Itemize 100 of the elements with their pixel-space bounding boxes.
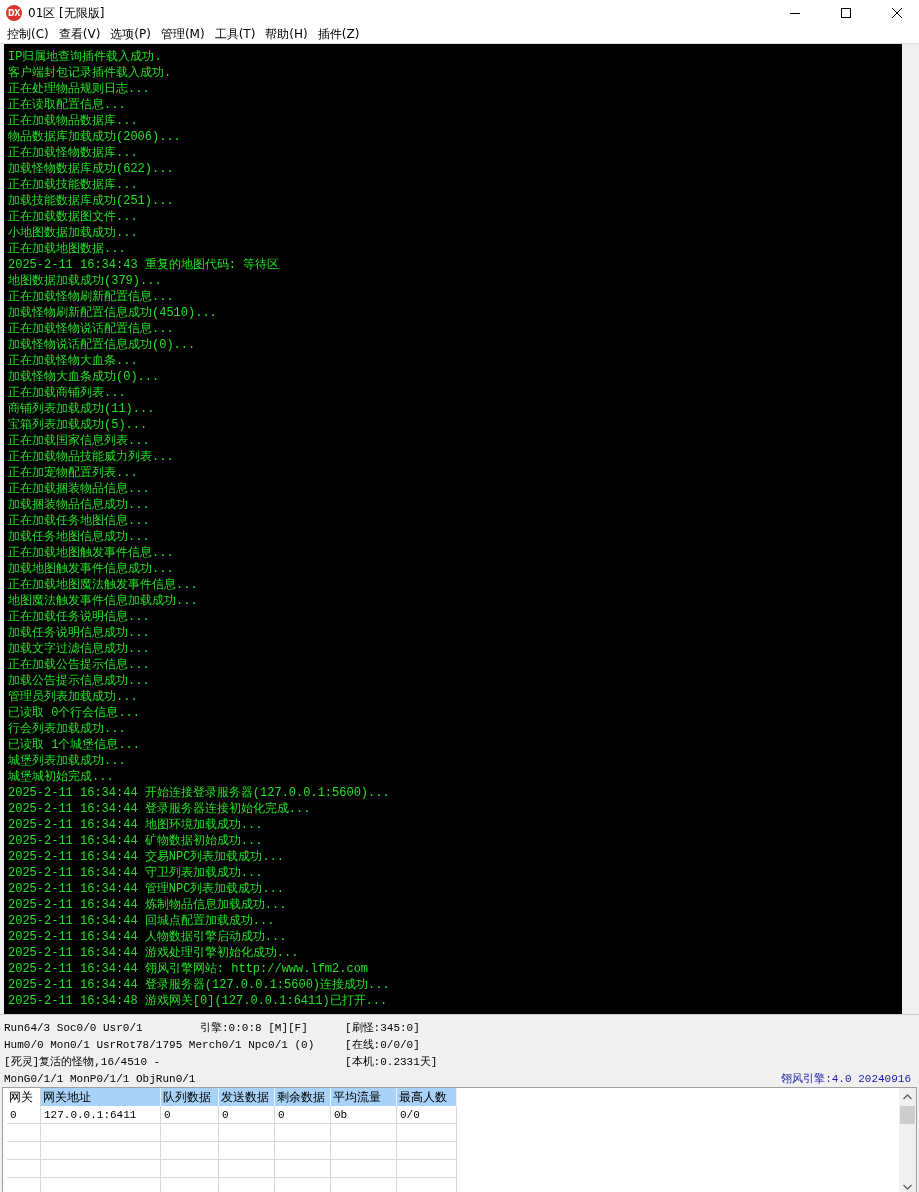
version-label: 翎风引擎:4.0 20240916	[781, 1072, 912, 1086]
log-line: 正在加载商铺列表...	[8, 385, 127, 401]
log-line: 2025-2-11 16:34:48 游戏网关[0](127.0.0.1:6411)已打开...	[8, 993, 389, 1009]
log-line: 行会列表加载成功...	[8, 721, 127, 737]
app-icon: DX	[6, 5, 22, 21]
log-line: 正在加载物品数据库...	[8, 113, 139, 129]
log-line: 加载文字过滤信息成功...	[8, 641, 151, 657]
empty-cell	[331, 1142, 397, 1160]
log-line: 正在加载任务地图信息...	[8, 513, 151, 529]
table-cell: 0	[219, 1106, 275, 1124]
log-line: 2025-2-11 16:34:44 矿物数据初始成功...	[8, 833, 264, 849]
log-line: 正在加载国家信息列表...	[8, 433, 151, 449]
log-line: 2025-2-11 16:34:44 守卫列表加载成功...	[8, 865, 264, 881]
log-line: 加载任务地图信息成功...	[8, 529, 151, 545]
table-cell: 0/0	[397, 1106, 457, 1124]
column-header[interactable]: 平均流量	[331, 1088, 397, 1106]
empty-cell	[275, 1160, 331, 1178]
log-line: 2025-2-11 16:34:44 开始连接登录服务器(127.0.0.1:5600)...	[8, 785, 391, 801]
log-line: 加载怪物说话配置信息成功(0)...	[8, 337, 197, 353]
log-line: 2025-2-11 16:34:44 人物数据引擎启动成功...	[8, 929, 288, 945]
log-line: 正在加载任务说明信息...	[8, 609, 151, 625]
log-line: 管理员列表加载成功...	[8, 689, 139, 705]
scroll-down-icon[interactable]	[903, 1184, 912, 1190]
table-cell: 0b	[331, 1106, 397, 1124]
menu-item[interactable]: 选项(P)	[105, 26, 156, 43]
status-text: Hum0/0 Mon0/1 UsrRot78/1795 Merch0/1 Npc0/1 (0)	[4, 1038, 316, 1051]
log-line: 正在加宠物配置列表...	[8, 465, 139, 481]
close-icon	[891, 8, 902, 18]
status-text: [在线:0/0/0]	[345, 1038, 421, 1052]
window-title: 01区 [无限版]	[28, 4, 106, 22]
empty-cell	[275, 1124, 331, 1142]
log-line: 正在加载数据图文件...	[8, 209, 139, 225]
table-cell: 127.0.0.1:6411	[41, 1106, 161, 1124]
empty-cell	[219, 1160, 275, 1178]
log-line: 小地图数据加载成功...	[8, 225, 139, 241]
status-text: Run64/3 Soc0/0 Usr0/1	[4, 1021, 144, 1034]
log-line: 正在加载捆装物品信息...	[8, 481, 151, 497]
menu-item[interactable]: 控制(C)	[2, 26, 54, 43]
log-line: IP归属地查询插件载入成功.	[8, 49, 163, 65]
empty-cell	[397, 1160, 457, 1178]
log-line: 客户端封包记录插件载入成功.	[8, 65, 173, 81]
log-line: 加载怪物刷新配置信息成功(4510)...	[8, 305, 218, 321]
status-text: [本机:0.2331天]	[345, 1055, 439, 1069]
log-line: 正在读取配置信息...	[8, 97, 127, 113]
empty-cell	[219, 1124, 275, 1142]
status-text: [死灵]复活的怪物,16/4510 -	[4, 1055, 162, 1069]
empty-cell	[275, 1142, 331, 1160]
scroll-up-icon[interactable]	[903, 1094, 912, 1100]
log-line: 加载技能数据库成功(251)...	[8, 193, 175, 209]
scrollbar[interactable]	[899, 1088, 916, 1192]
log-line: 已读取 1个城堡信息...	[8, 737, 141, 753]
log-line: 已读取 0个行会信息...	[8, 705, 141, 721]
log-line: 加载公告提示信息成功...	[8, 673, 151, 689]
log-line: 正在加载地图数据...	[8, 241, 127, 257]
log-line: 2025-2-11 16:34:44 管理NPC列表加载成功...	[8, 881, 286, 897]
empty-cell	[397, 1142, 457, 1160]
menu-item[interactable]: 插件(Z)	[312, 26, 365, 43]
column-header[interactable]: 发送数据	[219, 1088, 275, 1106]
empty-cell	[397, 1124, 457, 1142]
log-line: 2025-2-11 16:34:44 交易NPC列表加载成功...	[8, 849, 286, 865]
status-text: 引擎:0:0:8 [M][F]	[200, 1021, 309, 1035]
table-cell: 0	[7, 1106, 41, 1124]
empty-cell	[331, 1160, 397, 1178]
log-line: 正在加载地图触发事件信息...	[8, 545, 175, 561]
empty-cell	[161, 1160, 219, 1178]
column-header[interactable]: 网关地址	[41, 1088, 161, 1106]
menu-item[interactable]: 管理(M)	[155, 26, 210, 43]
log-line: 正在加载怪物刷新配置信息...	[8, 289, 175, 305]
log-line: 2025-2-11 16:34:44 游戏处理引擎初始化成功...	[8, 945, 300, 961]
log-line: 正在处理物品规则日志...	[8, 81, 151, 97]
scrollbar[interactable]	[902, 44, 917, 1014]
log-line: 正在加载物品技能威力列表...	[8, 449, 175, 465]
log-line: 地图魔法触发事件信息加载成功...	[8, 593, 199, 609]
log-line: 地图数据加载成功(379)...	[8, 273, 163, 289]
menu-item[interactable]: 帮助(H)	[260, 26, 313, 43]
log-line: 2025-2-11 16:34:44 炼制物品信息加载成功...	[8, 897, 288, 913]
log-line: 正在加载地图魔法触发事件信息...	[8, 577, 199, 593]
log-line: 2025-2-11 16:34:44 登录服务器(127.0.0.1:5600)连接成功...	[8, 977, 391, 993]
log-line: 2025-2-11 16:34:43 重复的地图代码: 等待区	[8, 257, 281, 273]
empty-cell	[7, 1142, 41, 1160]
log-line: 正在加载怪物说话配置信息...	[8, 321, 175, 337]
log-line: 加载怪物大血条成功(0)...	[8, 369, 161, 385]
column-header[interactable]: 队列数据	[161, 1088, 219, 1106]
log-line: 物品数据库加载成功(2006)...	[8, 129, 182, 145]
column-header[interactable]: 最高人数	[397, 1088, 457, 1106]
column-header[interactable]: 网关	[7, 1088, 41, 1106]
status-text: MonG0/1/1 MonP0/1/1 ObjRun0/1	[4, 1072, 197, 1085]
log-line: 2025-2-11 16:34:44 登录服务器连接初始化完成...	[8, 801, 312, 817]
scroll-thumb[interactable]	[900, 1106, 915, 1124]
log-line: 2025-2-11 16:34:44 回城点配置加载成功...	[8, 913, 276, 929]
log-line: 正在加载公告提示信息...	[8, 657, 151, 673]
log-line: 正在加载怪物数据库...	[8, 145, 139, 161]
empty-cell	[219, 1142, 275, 1160]
menu-item[interactable]: 查看(V)	[53, 26, 106, 43]
maximize-icon	[840, 8, 851, 18]
log-line: 加载地图触发事件信息成功...	[8, 561, 175, 577]
menu-item[interactable]: 工具(T)	[209, 26, 261, 43]
column-header[interactable]: 剩余数据	[275, 1088, 331, 1106]
empty-cell	[161, 1124, 219, 1142]
table-cell: 0	[161, 1106, 219, 1124]
